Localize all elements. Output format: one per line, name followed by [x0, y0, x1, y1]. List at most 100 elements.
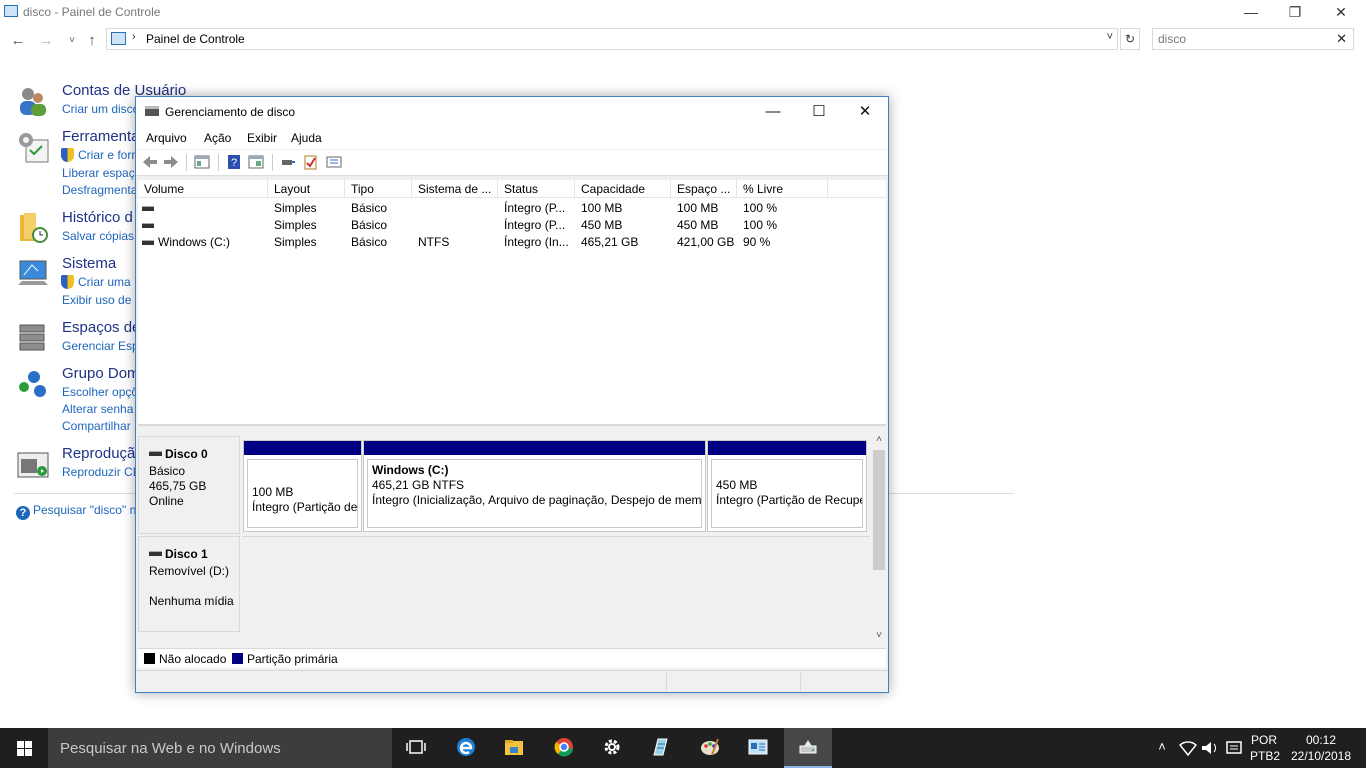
- column-header-status[interactable]: Status: [498, 180, 575, 198]
- svg-text:?: ?: [231, 157, 237, 169]
- language-code: POR: [1250, 733, 1277, 747]
- category-title[interactable]: Sistema: [62, 255, 116, 272]
- cell-sistema: [412, 200, 498, 217]
- category-link[interactable]: Criar uma: [78, 275, 131, 289]
- column-header-capacidade[interactable]: Capacidade: [575, 180, 671, 198]
- back-icon[interactable]: [142, 154, 158, 170]
- back-arrow-icon[interactable]: ←: [8, 31, 28, 51]
- close-button[interactable]: ✕: [1318, 0, 1364, 25]
- category-title[interactable]: Histórico d: [62, 209, 133, 226]
- column-header-layout[interactable]: Layout: [268, 180, 345, 198]
- search-value[interactable]: disco: [1158, 32, 1186, 46]
- edge-button[interactable]: [442, 728, 490, 768]
- cell-layout: Simples: [274, 201, 317, 215]
- help-icon[interactable]: ?: [226, 154, 242, 170]
- category-link[interactable]: Exibir uso de m: [62, 293, 145, 307]
- connect-disk-icon[interactable]: [280, 154, 296, 170]
- partition-recovery[interactable]: 450 MB Íntegro (Partição de Recupe: [707, 440, 867, 532]
- forward-arrow-icon[interactable]: →: [36, 31, 56, 51]
- console-tree-icon[interactable]: [194, 154, 210, 170]
- column-header-sistema[interactable]: Sistema de ...: [412, 180, 498, 198]
- windows-logo-icon: [17, 741, 32, 756]
- column-header-espaco[interactable]: Espaço ...: [671, 180, 737, 198]
- file-history-icon: [20, 213, 48, 243]
- address-bar[interactable]: › Painel de Controle ˅: [106, 28, 1118, 50]
- cell-capacidade: 465,21 GB: [581, 235, 639, 249]
- up-arrow-icon[interactable]: ↑: [82, 31, 102, 51]
- table-row[interactable]: Simples Básico Íntegro (P... 100 MB 100 …: [138, 200, 886, 217]
- input-language-indicator[interactable]: POR PTB2: [1250, 732, 1280, 764]
- close-button[interactable]: ✕: [842, 97, 888, 127]
- partition-windows-c[interactable]: Windows (C:) 465,21 GB NTFS Íntegro (Ini…: [363, 440, 706, 532]
- column-header-livre[interactable]: % Livre: [737, 180, 828, 198]
- cell-layout: Simples: [274, 218, 317, 232]
- notepad-button[interactable]: [636, 728, 684, 768]
- category-title[interactable]: Grupo Dom: [62, 365, 140, 382]
- show-hidden-icons-chevron-icon[interactable]: ˄: [1152, 739, 1172, 754]
- recent-locations-chevron-icon[interactable]: ˅: [62, 31, 82, 51]
- category-link[interactable]: Salvar cópias: [62, 229, 134, 243]
- category-link[interactable]: Liberar espaç: [62, 166, 135, 180]
- forward-icon[interactable]: [163, 154, 179, 170]
- category-link[interactable]: Gerenciar Espa: [62, 339, 145, 353]
- help-link-text[interactable]: Pesquisar "disco" n: [33, 503, 136, 517]
- category-link[interactable]: Desfragmenta: [62, 183, 137, 197]
- partition-size: 450 MB: [716, 478, 758, 492]
- search-help-link[interactable]: ? Pesquisar "disco" n: [16, 503, 136, 520]
- checklist-icon[interactable]: [303, 154, 319, 170]
- partition-system-reserved[interactable]: 100 MB Íntegro (Partição de: [243, 440, 362, 532]
- edge-icon: [457, 738, 475, 756]
- taskbar-search-box[interactable]: Pesquisar na Web e no Windows: [48, 728, 392, 768]
- menu-acao[interactable]: Ação: [204, 131, 231, 145]
- table-row[interactable]: Windows (C:) Simples Básico NTFS Íntegro…: [138, 234, 886, 251]
- scroll-down-icon[interactable]: ˅: [872, 630, 886, 641]
- category-link[interactable]: Compartilhar: [62, 419, 131, 433]
- category-link[interactable]: Reproduzir CD: [62, 465, 141, 479]
- category-link[interactable]: Criar e form: [78, 148, 141, 162]
- scrollbar-thumb[interactable]: [873, 450, 885, 570]
- disk-0-label[interactable]: Disco 0 Básico 465,75 GB Online: [138, 436, 240, 534]
- category-link[interactable]: Escolher opçõ: [62, 385, 138, 399]
- wifi-icon[interactable]: [1178, 740, 1198, 756]
- task-view-button[interactable]: [392, 728, 440, 768]
- file-explorer-button[interactable]: [490, 728, 538, 768]
- category-title[interactable]: Reproduçã: [62, 445, 135, 462]
- maximize-button[interactable]: ☐: [796, 97, 842, 127]
- start-button[interactable]: [0, 728, 48, 768]
- menu-exibir[interactable]: Exibir: [247, 131, 277, 145]
- disk-1-label[interactable]: Disco 1 Removível (D:) Nenhuma mídia: [138, 536, 240, 632]
- volume-icon[interactable]: [1200, 740, 1220, 756]
- breadcrumb-control-panel[interactable]: Painel de Controle: [146, 32, 245, 46]
- disk-management-button[interactable]: [784, 728, 832, 768]
- address-dropdown-icon[interactable]: ˅: [1107, 31, 1113, 43]
- restore-button[interactable]: ❐: [1272, 0, 1318, 25]
- minimize-button[interactable]: —: [1228, 0, 1274, 25]
- category-link[interactable]: Criar um disco: [62, 102, 139, 116]
- settings-list-icon[interactable]: [326, 154, 342, 170]
- clear-search-icon[interactable]: ✕: [1336, 31, 1347, 47]
- refresh-button[interactable]: ↻: [1120, 28, 1140, 50]
- chrome-icon: [554, 738, 573, 757]
- column-header-tipo[interactable]: Tipo: [345, 180, 412, 198]
- window-title: disco - Painel de Controle: [23, 5, 161, 19]
- settings-button[interactable]: [588, 728, 636, 768]
- category-title[interactable]: Espaços de: [62, 319, 140, 336]
- control-panel-button[interactable]: [734, 728, 782, 768]
- chrome-button[interactable]: [540, 728, 588, 768]
- clock[interactable]: 00:12 22/10/2018: [1286, 732, 1356, 764]
- taskbar-search-placeholder[interactable]: Pesquisar na Web e no Windows: [60, 740, 281, 757]
- column-header-volume[interactable]: Volume: [138, 180, 268, 198]
- paint-button[interactable]: [686, 728, 734, 768]
- minimize-button[interactable]: —: [750, 97, 796, 127]
- menu-ajuda[interactable]: Ajuda: [291, 131, 322, 145]
- table-row[interactable]: Simples Básico Íntegro (P... 450 MB 450 …: [138, 217, 886, 234]
- breadcrumb-chevron-icon[interactable]: ›: [132, 31, 136, 43]
- disk-view-scrollbar[interactable]: ˄ ˅: [872, 434, 886, 646]
- scroll-up-icon[interactable]: ˄: [872, 434, 886, 445]
- properties-icon[interactable]: [248, 154, 264, 170]
- category-link[interactable]: Alterar senha: [62, 402, 133, 416]
- notifications-icon[interactable]: [1224, 740, 1244, 756]
- menu-arquivo[interactable]: Arquivo: [146, 131, 187, 145]
- disk-size: 465,75 GB: [149, 479, 207, 493]
- search-input[interactable]: disco ✕: [1152, 28, 1354, 50]
